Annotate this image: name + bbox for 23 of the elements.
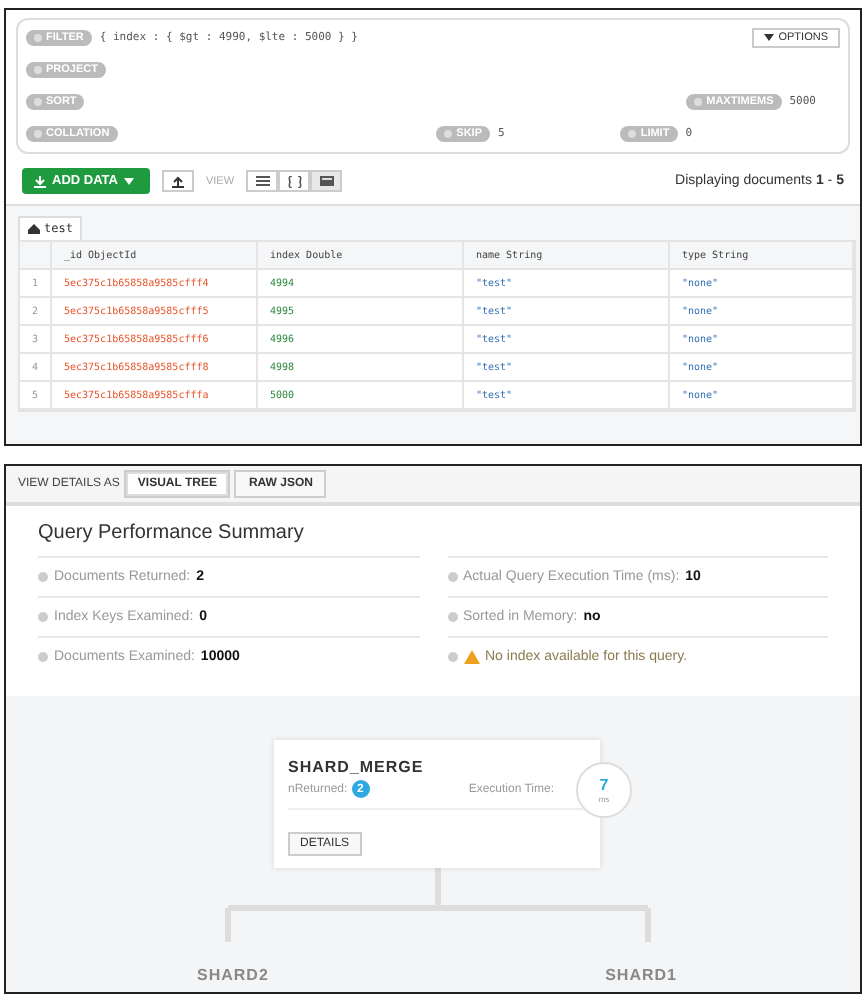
warning-icon [463,650,479,664]
info-icon [447,612,457,622]
braces-icon [287,175,302,187]
info-icon [38,612,48,622]
info-icon [447,652,457,662]
view-toggle[interactable] [310,170,343,192]
info-icon [38,572,48,582]
view-toggle[interactable] [278,170,311,192]
upload-icon [171,175,184,187]
shard-label: SHARD2 [197,966,269,984]
info-icon [38,652,48,662]
info-icon [447,572,457,582]
list-icon [255,176,270,186]
download-icon [34,175,46,187]
view-toggle[interactable] [246,170,279,192]
shard-label: SHARD1 [605,966,677,984]
home-icon [28,224,40,234]
table-icon [319,176,334,186]
caret-icon [764,34,775,42]
summary-title: Query Performance Summary [38,522,306,544]
caret-icon [123,177,134,185]
export-button[interactable] [161,170,194,192]
stage-name: SHARD_MERGE [288,758,426,776]
